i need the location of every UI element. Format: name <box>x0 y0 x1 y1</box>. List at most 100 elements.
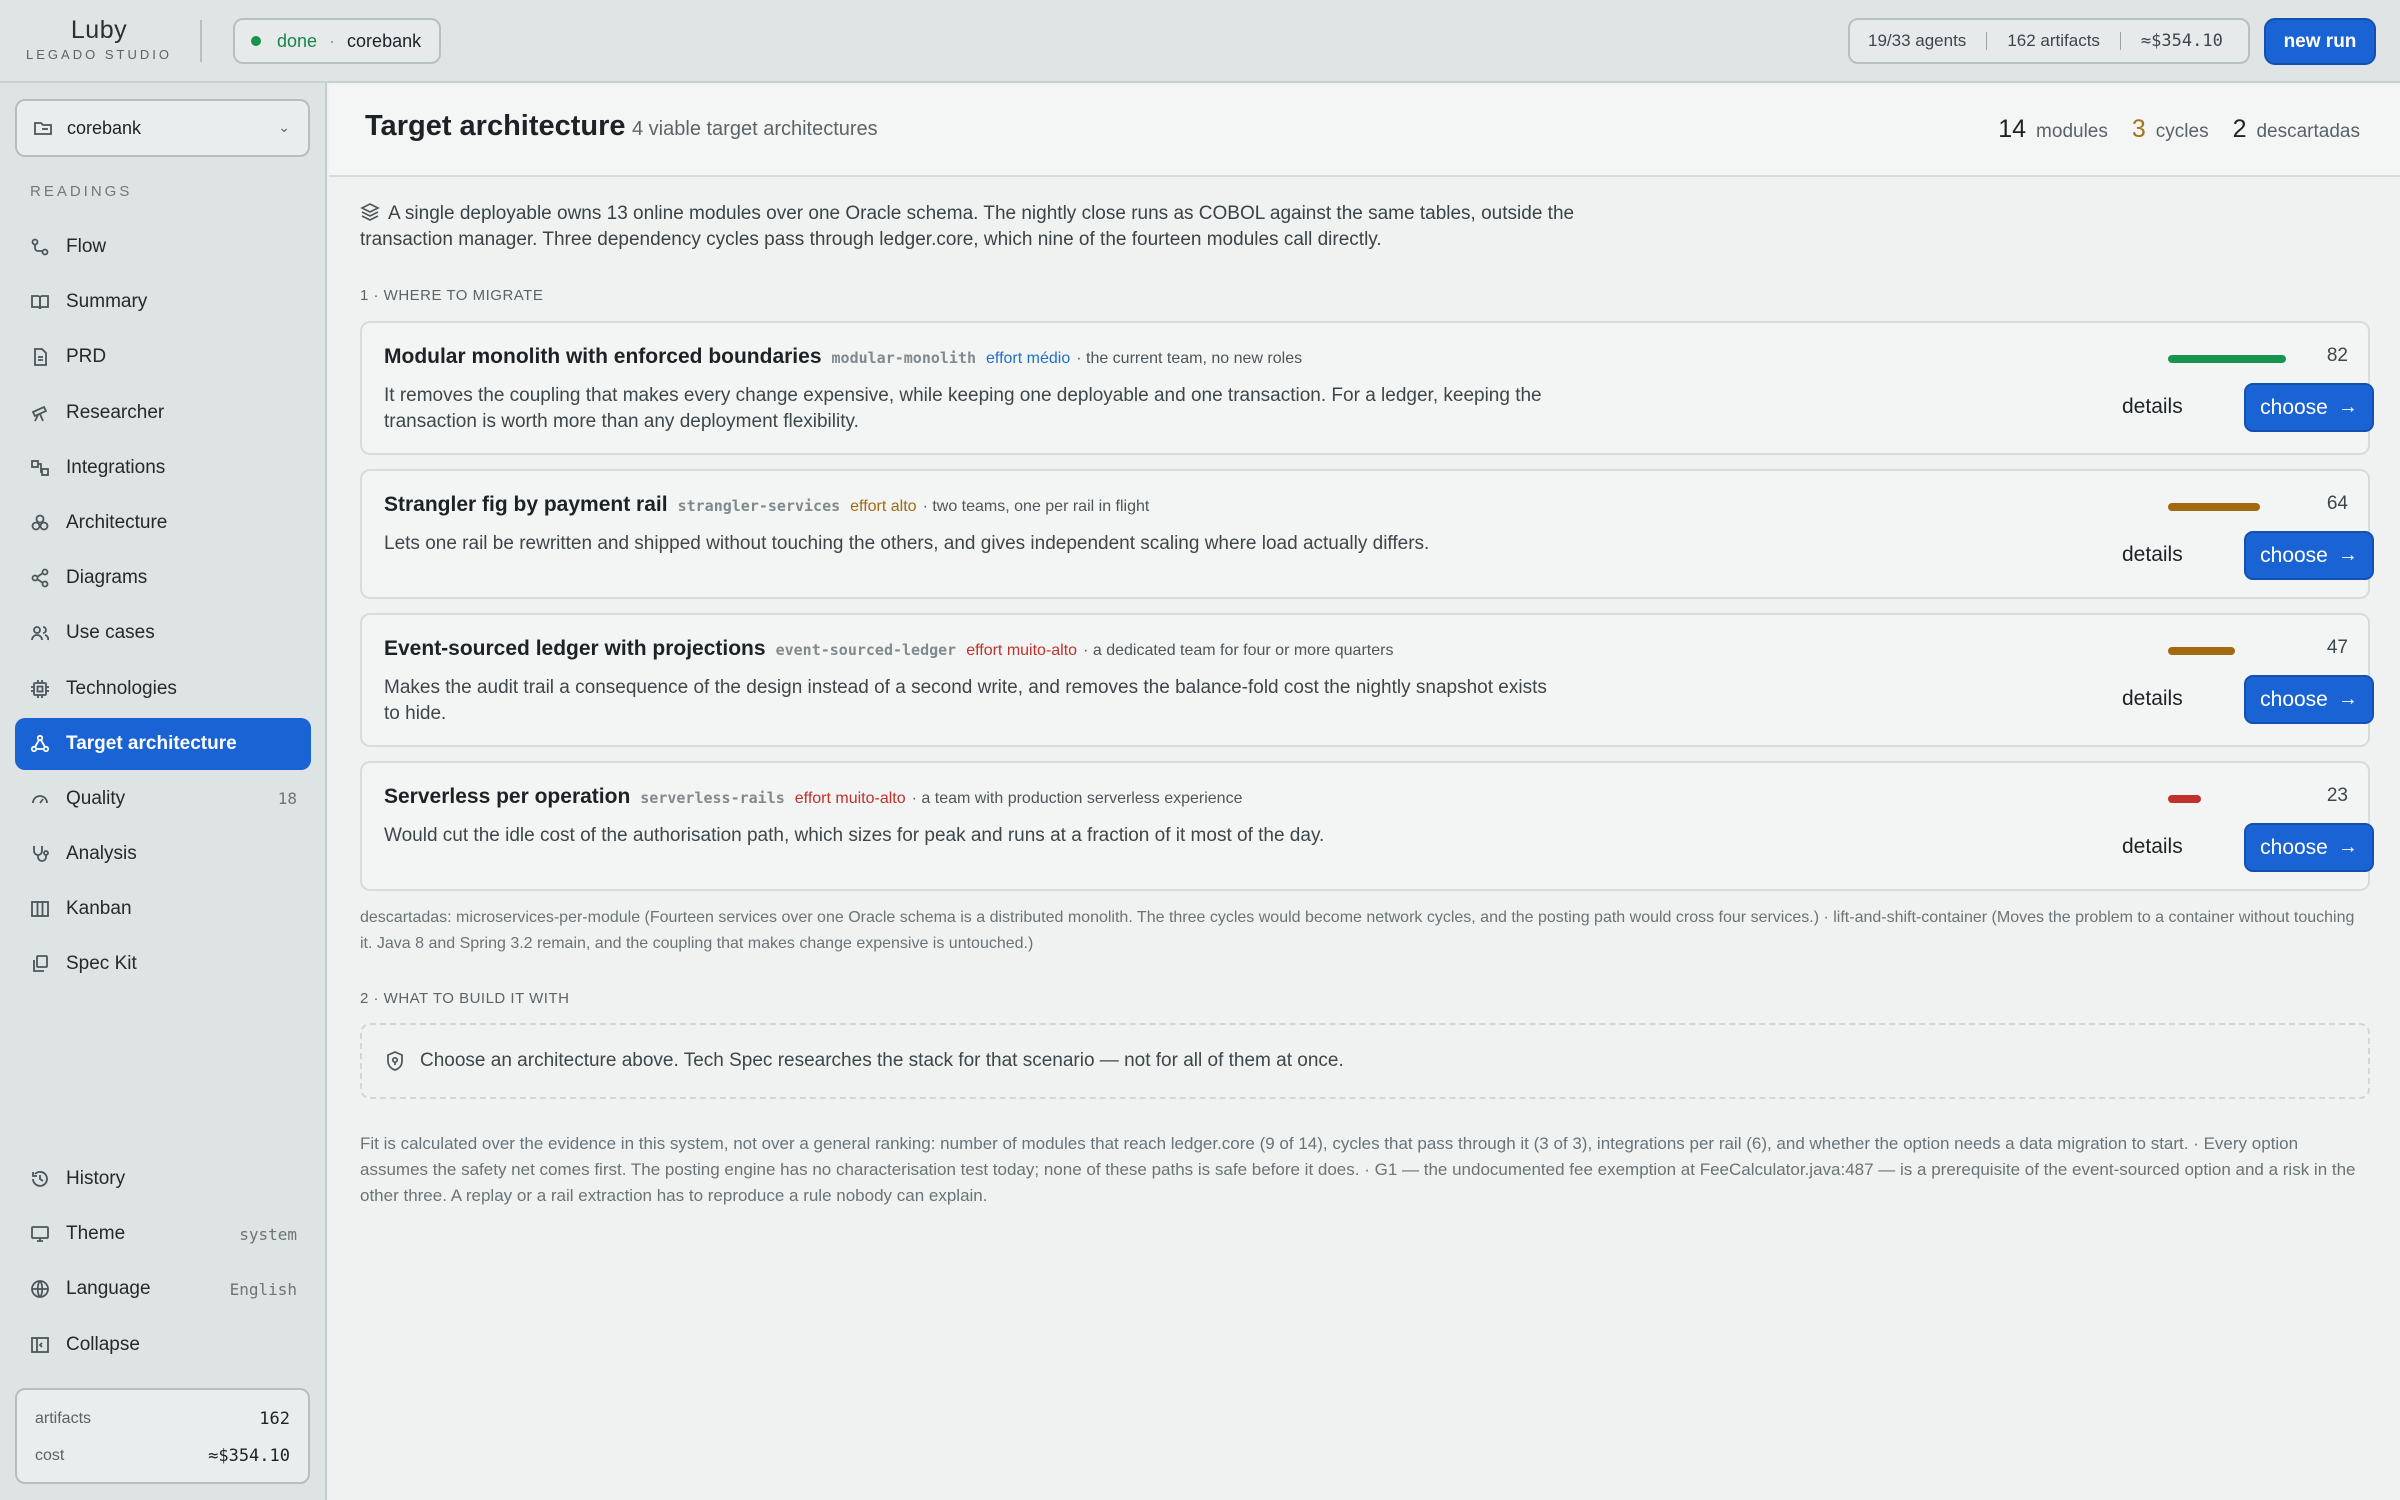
share-icon <box>30 568 50 588</box>
shield-icon <box>387 1051 403 1071</box>
sidebar-item-language[interactable]: Language English <box>15 1263 311 1315</box>
cost-value: ≈$354.10 <box>208 1445 290 1466</box>
sidebar-item-label: Diagrams <box>66 567 148 589</box>
kanban-icon <box>30 899 50 919</box>
project-name: corebank <box>347 30 422 51</box>
sidebar-item-label: Quality <box>66 787 126 809</box>
project-select-value: corebank <box>67 117 142 138</box>
choose-button[interactable]: choose → <box>2244 675 2374 724</box>
fit-bar <box>2168 355 2288 363</box>
arrow-right-icon: → <box>2337 836 2358 858</box>
status-text: done <box>277 30 318 51</box>
sidebar-item-history[interactable]: History <box>15 1153 311 1205</box>
new-run-button[interactable]: new run <box>2264 18 2376 65</box>
option-description: It removes the coupling that makes every… <box>384 385 1542 432</box>
sidebar-item-label: Architecture <box>66 511 168 533</box>
discarded-stat: 2 descartadas <box>2233 115 2360 144</box>
sidebar-item-researcher[interactable]: Researcher <box>15 387 311 439</box>
effort-label: effort muito-alto <box>966 642 1078 659</box>
fit-score: 47 <box>2326 637 2348 658</box>
stethoscope-icon <box>30 844 50 864</box>
sidebar-item-label: Technologies <box>66 677 177 699</box>
choose-label: choose <box>2260 543 2328 567</box>
sidebar: corebank ⌄ READINGS Flow Summary PRD Res… <box>0 83 327 1500</box>
option-title: Modular monolith with enforced boundarie… <box>384 345 822 368</box>
details-button[interactable]: details <box>2122 395 2183 419</box>
brand[interactable]: Luby LEGADO STUDIO <box>24 16 174 62</box>
stat-number: 3 <box>2131 115 2146 143</box>
discarded-options-note: descartadas: microservices-per-module (F… <box>360 909 2355 952</box>
sidebar-item-label: Researcher <box>66 401 165 423</box>
cost-label: cost <box>35 1446 65 1464</box>
sidebar-item-prd[interactable]: PRD <box>15 331 311 383</box>
run-stats: 19/33 agents 162 artifacts ≈$354.10 <box>1848 18 2250 64</box>
section-where-to-migrate: 1 · WHERE TO MIGRATE <box>360 287 544 304</box>
integrations-icon <box>30 458 50 478</box>
details-button[interactable]: details <box>2122 543 2183 567</box>
sidebar-item-architecture[interactable]: Architecture <box>15 497 311 549</box>
sidebar-bottom-nav: History Theme system Language English Co… <box>15 1153 311 1374</box>
choose-button[interactable]: choose → <box>2244 823 2374 872</box>
sidebar-item-collapse[interactable]: Collapse <box>15 1319 311 1371</box>
section-label: READINGS <box>30 183 133 200</box>
artifacts-count: 162 artifacts <box>2007 31 2100 50</box>
sidebar-item-label: History <box>66 1168 126 1189</box>
choose-button[interactable]: choose → <box>2244 531 2374 580</box>
sidebar-item-target-architecture[interactable]: Target architecture <box>15 717 311 770</box>
option-tag: modular-monolith <box>831 349 977 367</box>
stat-label: cycles <box>2155 121 2209 142</box>
project-select[interactable]: corebank ⌄ <box>15 99 310 157</box>
sidebar-item-summary[interactable]: Summary <box>15 276 311 328</box>
page-header: Target architecture 4 viable target arch… <box>329 85 2400 177</box>
sidebar-item-quality[interactable]: Quality 18 <box>15 773 311 825</box>
sidebar-item-label: Analysis <box>66 843 137 865</box>
sidebar-item-label: Theme <box>66 1223 126 1245</box>
run-status-pill[interactable]: done · corebank <box>233 18 441 64</box>
sidebar-item-label: Integrations <box>66 456 166 478</box>
quality-count-badge: 18 <box>277 789 297 809</box>
sidebar-item-spec-kit[interactable]: Spec Kit <box>15 938 311 990</box>
sidebar-item-diagrams[interactable]: Diagrams <box>15 552 311 604</box>
team-label: · two teams, one per rail in flight <box>922 498 1150 515</box>
sidebar-item-analysis[interactable]: Analysis <box>15 828 311 880</box>
fit-bar <box>2168 647 2288 655</box>
sidebar-item-integrations[interactable]: Integrations <box>15 442 311 494</box>
arrow-right-icon: → <box>2337 396 2358 418</box>
sidebar-item-use-cases[interactable]: Use cases <box>15 607 311 659</box>
option-title: Strangler fig by payment rail <box>384 493 668 516</box>
divider <box>1986 32 1988 50</box>
effort-label: effort alto <box>850 498 917 515</box>
choose-label: choose <box>2260 395 2328 419</box>
details-button[interactable]: details <box>2122 687 2183 711</box>
gauge-icon <box>30 789 50 809</box>
status-dot-icon <box>251 36 261 46</box>
option-card: Event-sourced ledger with projections eve… <box>360 613 2374 747</box>
stat-label: modules <box>2036 121 2108 142</box>
sidebar-item-label: Target architecture <box>66 732 237 754</box>
arrow-right-icon: → <box>2337 688 2358 710</box>
choose-button[interactable]: choose → <box>2244 383 2374 432</box>
build-hint: Choose an architecture above. Tech Spec … <box>420 1050 1344 1071</box>
sidebar-item-label: Collapse <box>66 1333 140 1355</box>
agents-count: 19/33 agents <box>1868 31 1967 50</box>
sidebar-item-theme[interactable]: Theme system <box>15 1208 311 1260</box>
section-what-to-build-with: 2 · WHAT TO BUILD IT WITH <box>360 990 570 1007</box>
team-label: · the current team, no new roles <box>1076 350 1303 367</box>
divider <box>2119 32 2121 50</box>
cost-value: ≈$354.10 <box>2140 31 2223 51</box>
book-icon <box>30 292 50 312</box>
option-tag: serverless-rails <box>640 789 785 807</box>
details-button[interactable]: details <box>2122 835 2183 859</box>
sidebar-item-label: Summary <box>66 291 148 313</box>
language-value: English <box>229 1279 297 1299</box>
arrow-right-icon: → <box>2337 544 2358 566</box>
artifacts-row: artifacts 162 <box>35 1400 290 1437</box>
users-icon <box>30 623 50 643</box>
sidebar-item-flow[interactable]: Flow <box>15 221 311 273</box>
fit-bar-fill <box>2168 795 2201 803</box>
sidebar-item-kanban[interactable]: Kanban <box>15 883 311 935</box>
target-arch-icon <box>30 734 50 754</box>
usage-summary: artifacts 162 cost ≈$354.10 <box>15 1388 310 1484</box>
sidebar-item-technologies[interactable]: Technologies <box>15 663 311 715</box>
sidebar-nav: Flow Summary PRD Researcher Integrations… <box>15 221 311 994</box>
